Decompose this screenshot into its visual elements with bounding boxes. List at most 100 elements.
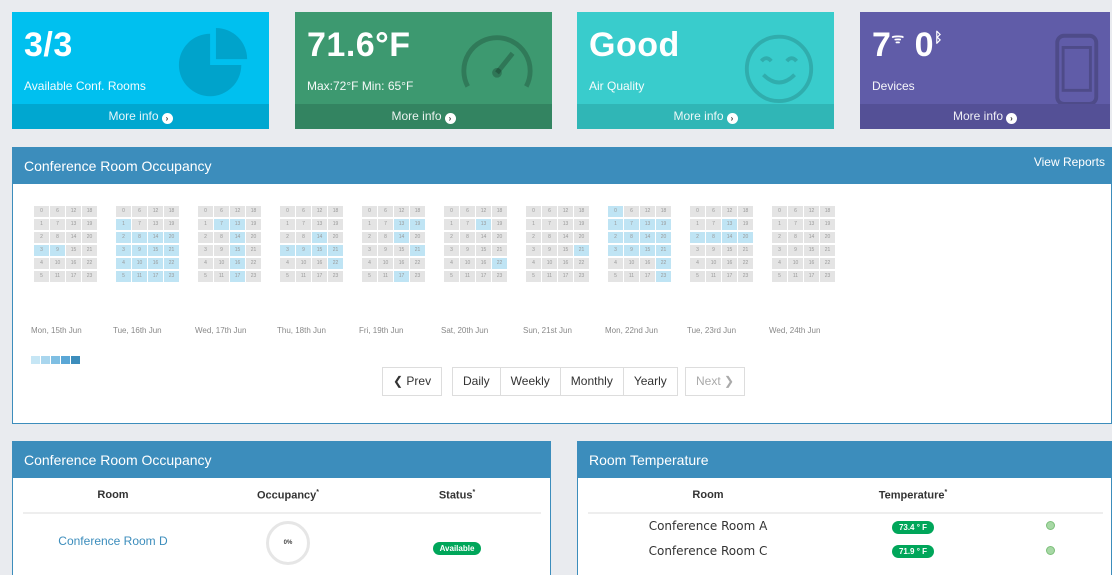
heatmap-cell[interactable]: 12	[640, 206, 655, 217]
heatmap-cell[interactable]: 1	[444, 219, 459, 230]
heatmap-cell[interactable]: 7	[214, 219, 229, 230]
heatmap-cell[interactable]: 8	[706, 232, 721, 243]
heatmap-cell[interactable]: 23	[574, 271, 589, 282]
heatmap-cell[interactable]: 21	[328, 245, 343, 256]
heatmap-cell[interactable]: 15	[558, 245, 573, 256]
heatmap-cell[interactable]: 22	[738, 258, 753, 269]
heatmap-cell[interactable]: 2	[34, 232, 49, 243]
heatmap-cell[interactable]: 9	[378, 245, 393, 256]
heatmap-cell[interactable]: 3	[116, 245, 131, 256]
heatmap-cell[interactable]: 1	[116, 219, 131, 230]
heatmap-cell[interactable]: 16	[66, 258, 81, 269]
heatmap-cell[interactable]: 11	[132, 271, 147, 282]
heatmap-cell[interactable]: 12	[394, 206, 409, 217]
heatmap-cell[interactable]: 1	[608, 219, 623, 230]
heatmap-cell[interactable]: 2	[116, 232, 131, 243]
heatmap-cell[interactable]: 13	[312, 219, 327, 230]
heatmap-cell[interactable]: 15	[476, 245, 491, 256]
heatmap-cell[interactable]: 3	[444, 245, 459, 256]
heatmap-cell[interactable]: 19	[164, 219, 179, 230]
heatmap-cell[interactable]: 2	[526, 232, 541, 243]
heatmap-cell[interactable]: 10	[706, 258, 721, 269]
heatmap-cell[interactable]: 0	[198, 206, 213, 217]
heatmap-cell[interactable]: 11	[706, 271, 721, 282]
heatmap-cell[interactable]: 19	[574, 219, 589, 230]
heatmap-cell[interactable]: 10	[378, 258, 393, 269]
heatmap-cell[interactable]: 23	[738, 271, 753, 282]
heatmap-cell[interactable]: 5	[526, 271, 541, 282]
heatmap-cell[interactable]: 11	[542, 271, 557, 282]
heatmap-cell[interactable]: 16	[230, 258, 245, 269]
heatmap-cell[interactable]: 10	[296, 258, 311, 269]
heatmap-cell[interactable]: 13	[804, 219, 819, 230]
heatmap-cell[interactable]: 21	[246, 245, 261, 256]
heatmap-cell[interactable]: 18	[738, 206, 753, 217]
heatmap-cell[interactable]: 8	[788, 232, 803, 243]
heatmap-cell[interactable]: 2	[444, 232, 459, 243]
heatmap-cell[interactable]: 1	[362, 219, 377, 230]
heatmap-cell[interactable]: 0	[280, 206, 295, 217]
heatmap-cell[interactable]: 2	[772, 232, 787, 243]
heatmap-cell[interactable]: 12	[804, 206, 819, 217]
heatmap-cell[interactable]: 20	[820, 232, 835, 243]
heatmap-cell[interactable]: 13	[394, 219, 409, 230]
heatmap-cell[interactable]: 15	[394, 245, 409, 256]
heatmap-cell[interactable]: 16	[722, 258, 737, 269]
heatmap-cell[interactable]: 6	[214, 206, 229, 217]
heatmap-cell[interactable]: 19	[328, 219, 343, 230]
heatmap-cell[interactable]: 7	[460, 219, 475, 230]
heatmap-cell[interactable]: 12	[312, 206, 327, 217]
heatmap-cell[interactable]: 20	[164, 232, 179, 243]
heatmap-cell[interactable]: 3	[608, 245, 623, 256]
heatmap-cell[interactable]: 14	[312, 232, 327, 243]
heatmap-cell[interactable]: 7	[296, 219, 311, 230]
heatmap-cell[interactable]: 19	[738, 219, 753, 230]
heatmap-cell[interactable]: 18	[328, 206, 343, 217]
heatmap-cell[interactable]: 17	[722, 271, 737, 282]
heatmap-cell[interactable]: 22	[328, 258, 343, 269]
heatmap-cell[interactable]: 10	[132, 258, 147, 269]
devices-more-info[interactable]: More info ›	[860, 104, 1110, 129]
heatmap-cell[interactable]: 3	[526, 245, 541, 256]
heatmap-cell[interactable]: 6	[296, 206, 311, 217]
heatmap-cell[interactable]: 7	[132, 219, 147, 230]
heatmap-cell[interactable]: 23	[82, 271, 97, 282]
heatmap-cell[interactable]: 10	[214, 258, 229, 269]
heatmap-cell[interactable]: 10	[542, 258, 557, 269]
heatmap-cell[interactable]: 23	[410, 271, 425, 282]
heatmap-cell[interactable]: 16	[476, 258, 491, 269]
heatmap-cell[interactable]: 5	[608, 271, 623, 282]
heatmap-cell[interactable]: 3	[772, 245, 787, 256]
heatmap-cell[interactable]: 20	[574, 232, 589, 243]
heatmap-cell[interactable]: 20	[656, 232, 671, 243]
heatmap-cell[interactable]: 9	[214, 245, 229, 256]
heatmap-cell[interactable]: 17	[640, 271, 655, 282]
heatmap-cell[interactable]: 9	[542, 245, 557, 256]
yearly-button[interactable]: Yearly	[622, 367, 678, 396]
heatmap-cell[interactable]: 13	[66, 219, 81, 230]
heatmap-cell[interactable]: 21	[492, 245, 507, 256]
heatmap-cell[interactable]: 13	[640, 219, 655, 230]
heatmap-cell[interactable]: 1	[34, 219, 49, 230]
heatmap-cell[interactable]: 4	[280, 258, 295, 269]
heatmap-cell[interactable]: 17	[394, 271, 409, 282]
heatmap-cell[interactable]: 1	[198, 219, 213, 230]
heatmap-cell[interactable]: 16	[394, 258, 409, 269]
heatmap-cell[interactable]: 4	[772, 258, 787, 269]
heatmap-cell[interactable]: 12	[230, 206, 245, 217]
heatmap-cell[interactable]: 1	[526, 219, 541, 230]
heatmap-cell[interactable]: 22	[656, 258, 671, 269]
heatmap-cell[interactable]: 21	[820, 245, 835, 256]
heatmap-cell[interactable]: 14	[558, 232, 573, 243]
heatmap-cell[interactable]: 0	[526, 206, 541, 217]
heatmap-cell[interactable]: 11	[624, 271, 639, 282]
heatmap-cell[interactable]: 10	[788, 258, 803, 269]
heatmap-cell[interactable]: 20	[328, 232, 343, 243]
heatmap-cell[interactable]: 0	[34, 206, 49, 217]
heatmap-cell[interactable]: 17	[230, 271, 245, 282]
heatmap-cell[interactable]: 8	[214, 232, 229, 243]
heatmap-cell[interactable]: 15	[66, 245, 81, 256]
heatmap-cell[interactable]: 21	[656, 245, 671, 256]
heatmap-cell[interactable]: 15	[722, 245, 737, 256]
heatmap-cell[interactable]: 4	[526, 258, 541, 269]
